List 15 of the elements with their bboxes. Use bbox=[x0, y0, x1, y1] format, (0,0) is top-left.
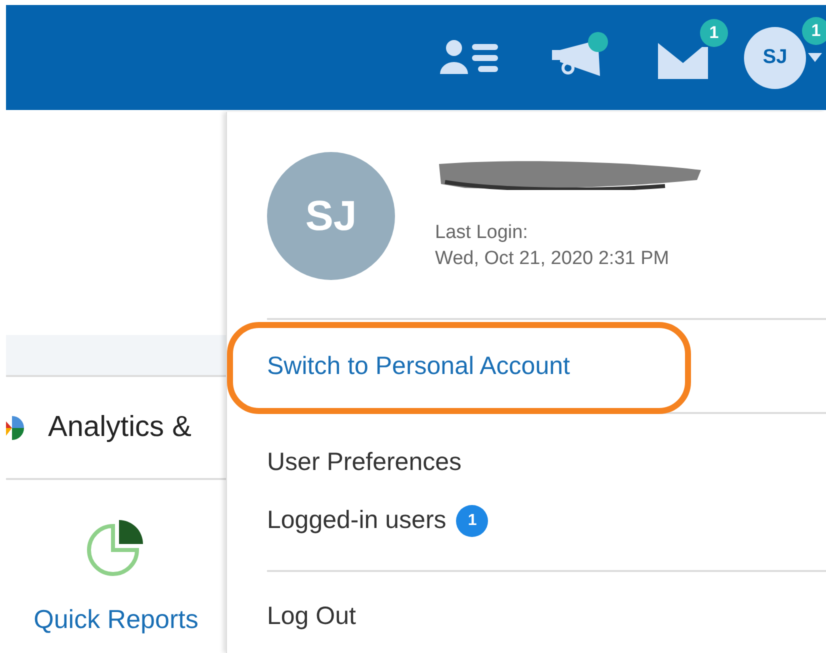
count-badge: 1 bbox=[802, 16, 826, 44]
last-login-date: Wed, Oct 21, 2020 2:31 PM bbox=[435, 247, 670, 271]
count-badge: 1 bbox=[700, 18, 728, 46]
menu-item[interactable]: User Preferences bbox=[267, 448, 462, 476]
menu-item[interactable]: Log Out bbox=[267, 602, 356, 631]
quick-reports-link[interactable]: Quick Reports bbox=[34, 604, 198, 635]
caret-icon[interactable] bbox=[808, 52, 822, 62]
count-badge: 1 bbox=[456, 504, 488, 536]
user-avatar[interactable]: SJ bbox=[744, 26, 806, 88]
user-avatar: SJ bbox=[267, 152, 395, 280]
switch-account-link[interactable]: Switch to Personal Account bbox=[267, 352, 570, 380]
menu-item[interactable]: Analytics & bbox=[48, 411, 192, 444]
last-login-label: Last Login: bbox=[435, 221, 529, 245]
pie-chart-icon bbox=[87, 518, 145, 576]
menu-item[interactable]: Logged-in users bbox=[267, 506, 446, 535]
